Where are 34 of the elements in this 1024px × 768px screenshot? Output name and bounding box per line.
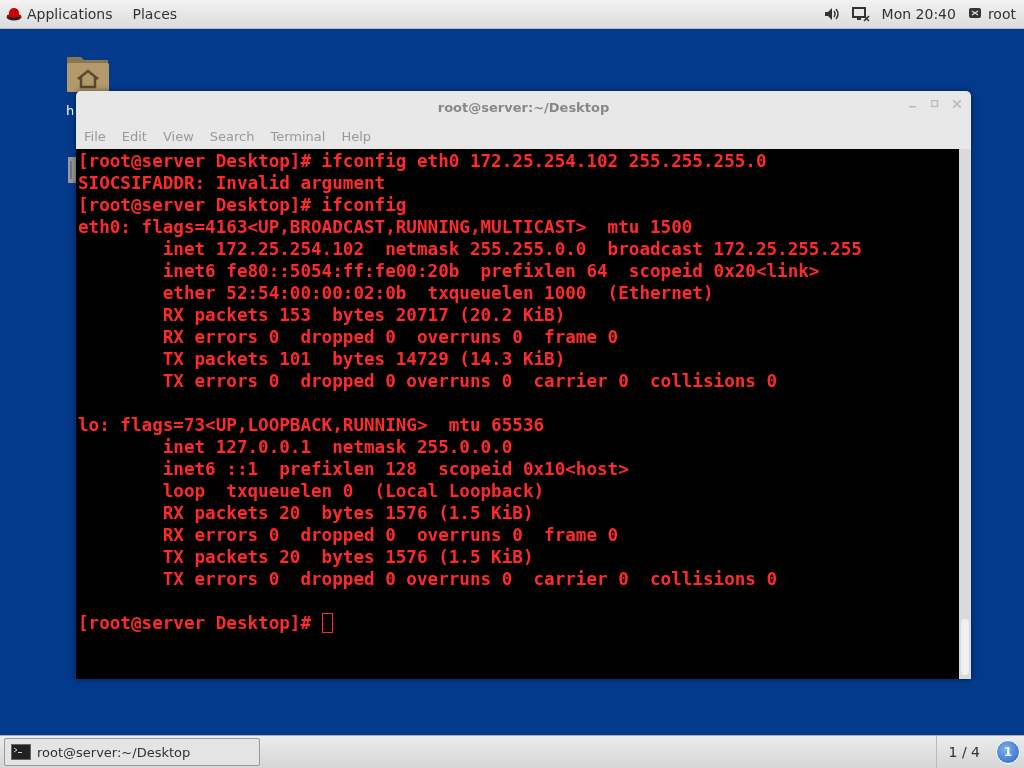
clock[interactable]: Mon 20:40 — [881, 6, 956, 22]
terminal-line: loop txqueuelen 0 (Local Loopback) — [161, 480, 546, 502]
terminal-line: eth0: flags=4163<UP,BROADCAST,RUNNING,MULTICAST> mtu 1500 — [78, 216, 694, 238]
terminal-line: TX packets 101 bytes 14729 (14.3 KiB) — [161, 348, 567, 370]
desktop-icon-label[interactable]: h — [66, 103, 75, 118]
terminal-line: RX packets 20 bytes 1576 (1.5 KiB) — [161, 502, 535, 524]
terminal-line: inet 127.0.0.1 netmask 255.0.0.0 — [161, 436, 514, 458]
terminal-line: inet 172.25.254.102 netmask 255.255.0.0 broadcast 172.25.255.255 — [161, 238, 863, 260]
user-menu[interactable]: root — [987, 6, 1016, 22]
terminal-line: [root@server Desktop]# ifconfig eth0 172.25.254.102 255.255.255.0 — [78, 150, 768, 172]
terminal-line: lo: flags=73<UP,LOOPBACK,RUNNING> mtu 65536 — [78, 414, 546, 436]
network-icon[interactable] — [851, 6, 870, 22]
terminal-line: TX errors 0 dropped 0 overruns 0 carrier 0 collisions 0 — [161, 568, 779, 590]
terminal-line: inet6 ::1 prefixlen 128 scopeid 0x10<host> — [161, 458, 630, 480]
terminal-line: TX errors 0 dropped 0 overruns 0 carrier 0 collisions 0 — [161, 370, 779, 392]
user-status-icon[interactable] — [967, 7, 982, 21]
terminal-line: TX packets 20 bytes 1576 (1.5 KiB) — [161, 546, 535, 568]
terminal-line: inet6 fe80::5054:ff:fe00:20b prefixlen 64 scopeid 0x20<link> — [161, 260, 821, 282]
terminal-line: RX errors 0 dropped 0 overruns 0 frame 0 — [161, 326, 620, 348]
terminal-line: RX errors 0 dropped 0 overruns 0 frame 0 — [161, 524, 620, 546]
terminal-line: [root@server Desktop]# ifconfig — [78, 194, 408, 216]
top-menu[interactable]: Applications — [27, 6, 113, 22]
text-cursor — [321, 613, 333, 633]
terminal-prompt: [root@server Desktop]# — [78, 612, 313, 634]
terminal-icon — [11, 744, 31, 760]
volume-icon[interactable] — [823, 7, 840, 21]
workspace-indicator[interactable]: 1 / 4 — [935, 736, 992, 768]
task-button[interactable]: root@server:~/Desktop — [4, 738, 260, 766]
terminal-line: ether 52:54:00:00:02:0b txqueuelen 1000 (Ethernet) — [161, 282, 715, 304]
window-title: root@server:~/Desktop — [437, 99, 610, 115]
terminal-line: RX packets 153 bytes 20717 (20.2 KiB) — [161, 304, 567, 326]
hat-icon[interactable] — [6, 7, 22, 21]
top-menu[interactable]: Places — [132, 6, 178, 22]
terminal-line: SIOCSIFADDR: Invalid argument — [78, 172, 387, 194]
